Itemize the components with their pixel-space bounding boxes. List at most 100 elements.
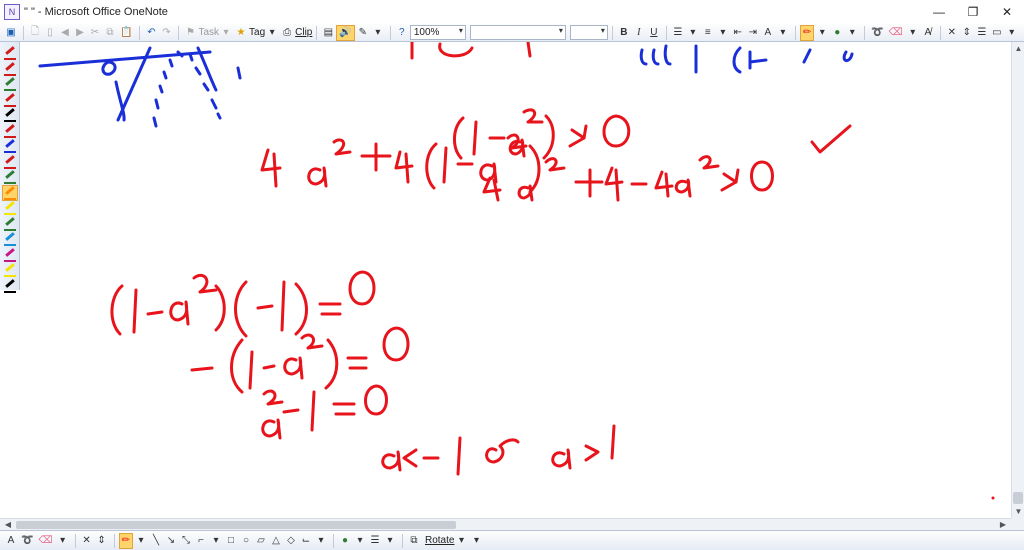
parallelogram-tool-icon[interactable]: ▱ [254,533,268,549]
pen-swatch[interactable] [3,232,17,246]
paste-icon[interactable]: 📋 [118,25,134,41]
pen-icon[interactable]: ✏ [118,532,133,549]
pen-swatch[interactable] [3,278,17,293]
pen-dropdown-icon[interactable]: ▾ [134,533,148,549]
pen-swatch[interactable] [3,139,17,153]
line-tool-icon[interactable]: ╲ [149,533,163,549]
forward-icon[interactable]: ▶ [73,25,87,41]
eraser-dropdown-icon[interactable]: ▾ [56,533,70,549]
page-view-icon[interactable]: ▣ [4,25,18,41]
copy-icon[interactable]: ⧉ [103,25,117,41]
vertical-scrollbar[interactable]: ▲ ▼ [1011,42,1024,518]
italic-button[interactable]: I [632,25,646,41]
eraser-icon[interactable]: ⌫ [887,25,905,41]
arrange-icon[interactable]: ⧉ [407,533,421,549]
pen-swatch[interactable] [3,216,17,231]
arrow-tool-icon[interactable]: ↘ [164,533,178,549]
bold-button[interactable]: B [617,25,631,41]
task-dropdown-arrow-icon[interactable]: ▾ [219,25,233,41]
pen-swatch[interactable] [3,92,17,107]
page-icon[interactable]: ▯ [43,25,57,41]
clip-button[interactable]: Clip [295,27,312,38]
undo-icon[interactable]: ↶ [144,25,158,41]
tag-star-icon[interactable]: ★ [234,25,248,41]
insert-space-icon[interactable]: ⇕ [960,25,974,41]
line-weight-icon[interactable]: ☰ [368,533,382,549]
new-icon[interactable]: 🗋 [28,25,42,41]
bullets-icon[interactable]: ☰ [671,25,685,41]
scrollbar-thumb[interactable] [16,521,456,529]
text-mode-icon[interactable]: A̸ [921,25,935,41]
pen-swatch[interactable] [3,170,17,184]
font-size-select[interactable]: ▾ [569,25,608,40]
rotate-dropdown-icon[interactable]: ▾ [454,533,468,549]
tag-button[interactable]: Tag [249,27,265,38]
underline-button[interactable]: U [647,25,661,41]
delete-icon[interactable]: ✕ [80,533,94,549]
insert-space-icon[interactable]: ⇕ [95,533,109,549]
restore-button[interactable]: ❐ [956,0,990,24]
pen-swatch[interactable] [3,46,17,60]
fit-page-icon[interactable]: ☰ [975,25,989,41]
highlighter-dropdown-icon[interactable]: ▾ [815,25,829,41]
back-icon[interactable]: ◀ [58,25,72,41]
pen-swatch[interactable] [3,247,17,262]
scroll-up-icon[interactable]: ▲ [1012,42,1024,55]
diamond-tool-icon[interactable]: ◇ [284,533,298,549]
shape-color-dropdown-icon[interactable]: ▾ [845,25,859,41]
task-button[interactable]: Task [198,27,219,38]
axis-tool-icon[interactable]: ⌐ [194,533,208,549]
view-icon[interactable]: ▭ [990,25,1004,41]
numbering-icon[interactable]: ≡ [701,25,715,41]
axis-dropdown-icon[interactable]: ▾ [209,533,223,549]
delete-icon[interactable]: ✕ [945,25,959,41]
pen-swatch[interactable] [3,108,17,122]
minimize-button[interactable]: — [922,0,956,24]
toolbar-options-icon[interactable]: ▾ [469,533,483,549]
pen-mode-dropdown-icon[interactable]: ▾ [371,25,385,41]
numbering-dropdown-icon[interactable]: ▾ [716,25,730,41]
bullets-dropdown-icon[interactable]: ▾ [686,25,700,41]
close-button[interactable]: ✕ [990,0,1024,24]
highlighter-icon[interactable]: ✏ [799,24,815,41]
pen-swatch[interactable] [3,77,17,91]
zoom-select[interactable]: 100% ▾ [409,25,466,40]
pen-swatch[interactable] [3,61,17,76]
pen-swatch[interactable] [2,184,18,201]
pen-swatch[interactable] [3,123,17,138]
eraser-icon[interactable]: ⌫ [36,533,54,549]
pen-mode-icon[interactable]: ✎ [356,25,370,41]
help-icon[interactable]: ? [395,25,409,41]
redo-icon[interactable]: ↷ [159,25,173,41]
eraser-dropdown-icon[interactable]: ▾ [906,25,920,41]
font-color-icon[interactable]: A [761,25,775,41]
triangle-tool-icon[interactable]: △ [269,533,283,549]
lasso-icon[interactable]: ➰ [19,533,35,549]
color-dropdown-icon[interactable]: ▾ [353,533,367,549]
pen-swatch[interactable] [3,263,17,277]
rectangle-tool-icon[interactable]: □ [224,533,238,549]
line-weight-dropdown-icon[interactable]: ▾ [383,533,397,549]
font-color-dropdown-icon[interactable]: ▾ [776,25,790,41]
font-name-select[interactable]: ▾ [469,25,566,40]
scrollbar-thumb[interactable] [1013,492,1023,504]
connector-tool-icon[interactable]: ⌙ [299,533,313,549]
toolbar-options-icon[interactable]: ▾ [1005,25,1019,41]
ellipse-tool-icon[interactable]: ○ [239,533,253,549]
lasso-icon[interactable]: ➰ [869,25,885,41]
fullpage-icon[interactable]: ▤ [321,25,335,41]
tag-dropdown-arrow-icon[interactable]: ▾ [265,25,279,41]
audio-icon[interactable]: 🔊 [336,24,355,41]
horizontal-scrollbar[interactable]: ◀ ▶ [0,518,1011,530]
connector-dropdown-icon[interactable]: ▾ [314,533,328,549]
outdent-icon[interactable]: ⇤ [731,25,745,41]
note-canvas[interactable] [20,42,1011,518]
pen-swatch[interactable] [3,201,17,215]
onenote-icon[interactable]: N [4,4,20,20]
rotate-button[interactable]: Rotate [425,535,454,546]
cut-icon[interactable]: ✂ [88,25,102,41]
text-tool-icon[interactable]: A [4,533,18,549]
clip-icon[interactable]: ⎙ [280,25,294,41]
indent-icon[interactable]: ⇥ [746,25,760,41]
double-arrow-tool-icon[interactable]: ⤡ [179,533,193,549]
